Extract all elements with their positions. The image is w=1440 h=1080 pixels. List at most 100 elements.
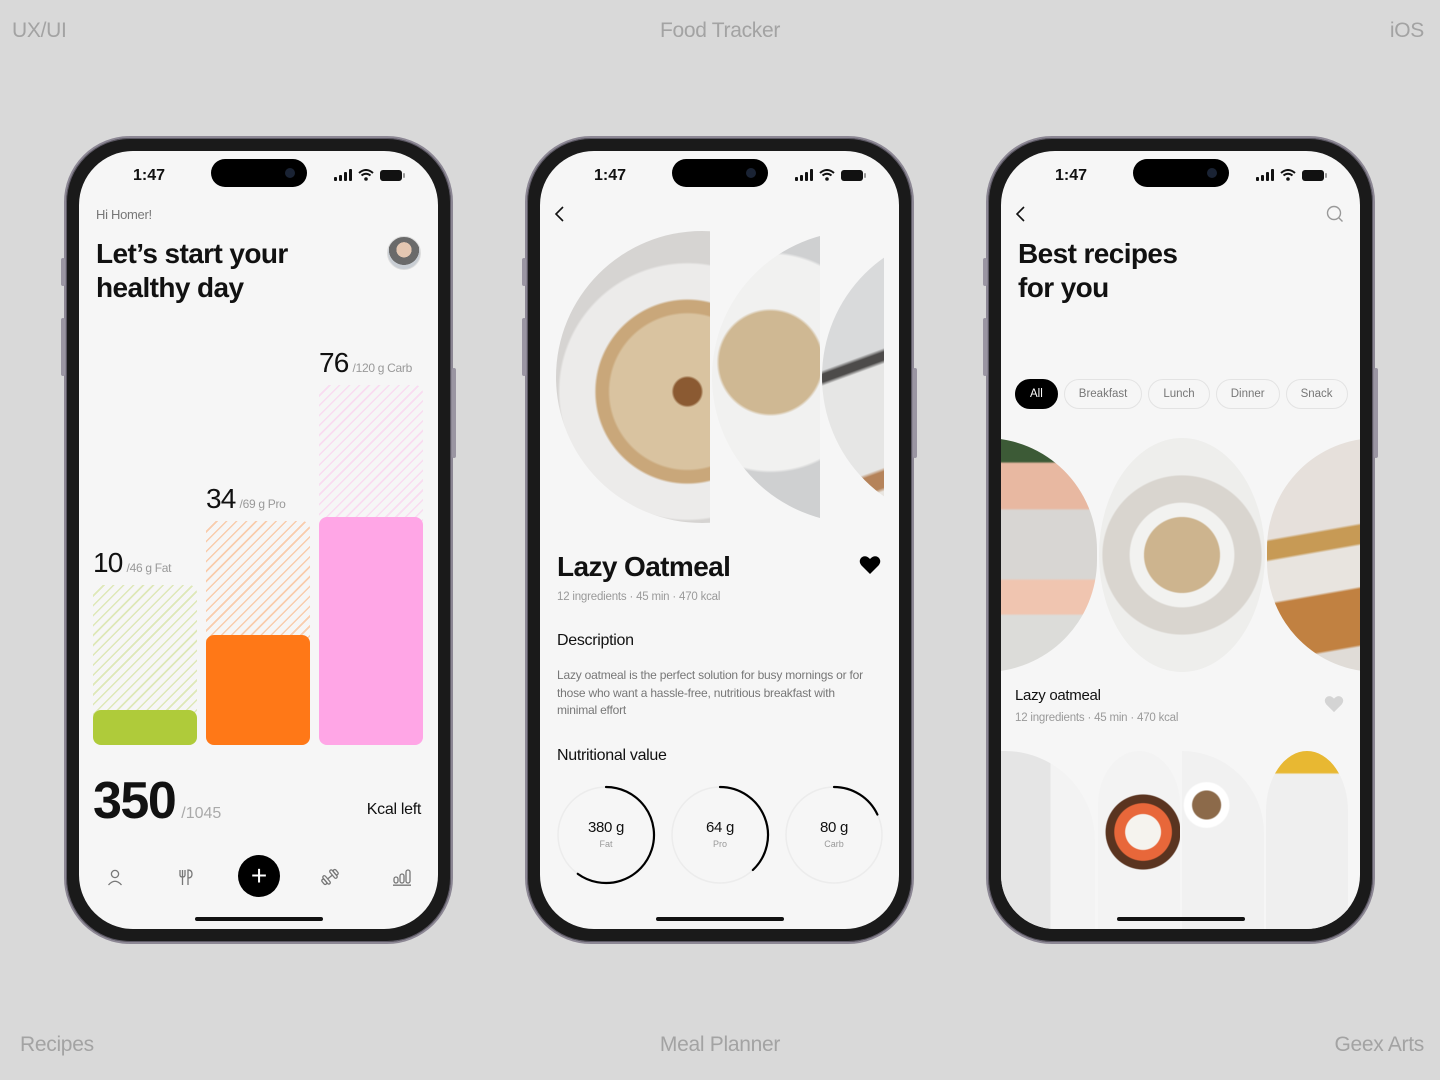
filter-chips: All Breakfast Lunch Dinner Snack bbox=[1015, 379, 1348, 409]
dynamic-island bbox=[1133, 159, 1229, 187]
ring-label: Fat bbox=[599, 839, 613, 849]
recipe-image-1 bbox=[556, 231, 710, 523]
search-button[interactable] bbox=[1326, 205, 1344, 228]
power-button bbox=[913, 368, 917, 458]
macro-goal: /46 g Fat bbox=[126, 561, 172, 575]
macro-goal: /120 g Carb bbox=[352, 361, 413, 375]
macro-fill bbox=[206, 635, 310, 745]
workout-icon bbox=[321, 868, 339, 886]
macro-bar-carb[interactable]: 76/120 g Carb bbox=[319, 341, 423, 745]
macro-fill bbox=[319, 517, 423, 745]
recipe-card-meta: 12 ingredients · 45 min · 470 kcal bbox=[1015, 712, 1179, 724]
chevron-left-icon bbox=[554, 206, 564, 222]
tab-workout[interactable] bbox=[308, 855, 352, 899]
wifi-icon bbox=[819, 169, 835, 181]
filter-all[interactable]: All bbox=[1015, 379, 1058, 409]
wifi-icon bbox=[1280, 169, 1296, 181]
phone-recipes-list: 1:47 Best recipes for you All Breakfast … bbox=[983, 136, 1378, 944]
heart-filled-icon bbox=[859, 556, 881, 574]
power-button bbox=[452, 368, 456, 458]
status-time: 1:47 bbox=[133, 167, 166, 184]
add-button[interactable]: + bbox=[238, 855, 280, 897]
recipe-image-3 bbox=[822, 231, 884, 523]
filter-dinner[interactable]: Dinner bbox=[1215, 379, 1280, 409]
tab-stats[interactable] bbox=[380, 855, 424, 899]
back-button[interactable] bbox=[554, 201, 574, 227]
macro-label-protein: 34/69 g Pro bbox=[206, 483, 286, 515]
tab-profile[interactable] bbox=[93, 855, 137, 899]
macro-label-fat: 10/46 g Fat bbox=[93, 547, 172, 579]
power-button bbox=[1374, 368, 1378, 458]
battery-icon bbox=[380, 169, 405, 181]
favorite-button[interactable] bbox=[859, 555, 881, 580]
battery-icon bbox=[841, 169, 866, 181]
macro-bars: 10/46 g Fat 34/69 g Pro 76/120 g Carb bbox=[93, 341, 424, 745]
nutrition-ring-fat: 380 g Fat bbox=[556, 785, 656, 885]
kcal-counter: 350/1045 bbox=[93, 771, 221, 831]
phone-dashboard: 1:47 Hi Homer! Let’s start your healthy … bbox=[61, 136, 456, 944]
nutrition-ring-carb: 80 g Carb bbox=[784, 785, 884, 885]
recipe-description: Lazy oatmeal is the perfect solution for… bbox=[557, 668, 863, 717]
label-ios: iOS bbox=[1389, 19, 1424, 42]
label-meal-planner: Meal Planner bbox=[659, 1033, 781, 1056]
avatar[interactable] bbox=[387, 236, 421, 270]
filter-lunch[interactable]: Lunch bbox=[1148, 379, 1210, 409]
kcal-left-label: Kcal left bbox=[366, 801, 422, 818]
recipe-image-gallery[interactable] bbox=[540, 231, 899, 523]
home-indicator bbox=[1116, 917, 1245, 921]
recipe-title: Lazy Oatmeal bbox=[557, 551, 731, 582]
favorite-button[interactable] bbox=[1324, 695, 1344, 718]
dashboard-screen: 1:47 Hi Homer! Let’s start your healthy … bbox=[79, 151, 438, 929]
stats-icon bbox=[393, 869, 411, 886]
filter-breakfast[interactable]: Breakfast bbox=[1063, 379, 1143, 409]
recipe-image-toast bbox=[1098, 751, 1180, 929]
signal-icon bbox=[1256, 169, 1274, 181]
search-icon bbox=[1326, 205, 1343, 222]
profile-icon bbox=[108, 869, 122, 886]
heart-icon bbox=[1324, 696, 1344, 713]
macro-fill bbox=[93, 710, 197, 745]
recipe-image-roses bbox=[1001, 438, 1097, 672]
kcal-total: /1045 bbox=[181, 805, 222, 822]
recipe-image-plate-edge bbox=[1001, 751, 1095, 929]
recipe-card-image[interactable] bbox=[1001, 438, 1360, 672]
ring-value: 380 g bbox=[587, 819, 625, 836]
nutrition-heading: Nutritional value bbox=[557, 747, 667, 764]
kcal-value: 350 bbox=[93, 772, 177, 830]
wifi-icon bbox=[358, 169, 374, 181]
title-line-1: Best recipes bbox=[1018, 238, 1178, 269]
label-food-tracker: Food Tracker bbox=[659, 19, 781, 42]
title-line-2: healthy day bbox=[96, 272, 244, 303]
nutrition-ring-protein: 64 g Pro bbox=[670, 785, 770, 885]
ring-label: Pro bbox=[712, 839, 727, 849]
recipe-image-oatmeal-bowl bbox=[1099, 438, 1265, 672]
ring-arc bbox=[832, 785, 879, 816]
page-title: Best recipes for you bbox=[1018, 237, 1178, 305]
recipe-image-coffee bbox=[1182, 751, 1264, 929]
macro-value: 34 bbox=[206, 483, 236, 514]
tab-bar: + bbox=[79, 855, 438, 899]
recipe-image-banana bbox=[1266, 751, 1348, 929]
tab-food[interactable] bbox=[164, 855, 208, 899]
filter-snack[interactable]: Snack bbox=[1285, 379, 1348, 409]
ring-value: 64 g bbox=[706, 819, 734, 836]
macro-value: 10 bbox=[93, 547, 123, 578]
food-icon bbox=[179, 869, 193, 885]
ring-value: 80 g bbox=[820, 819, 848, 836]
status-time: 1:47 bbox=[1055, 167, 1088, 184]
nutrition-rings: 380 g Fat 64 g Pro 80 g Carb bbox=[556, 785, 883, 885]
recipe-image-croissant bbox=[1267, 438, 1360, 672]
battery-icon bbox=[1302, 169, 1327, 181]
recipe-meta: 12 ingredients · 45 min · 470 kcal bbox=[557, 591, 721, 603]
signal-icon bbox=[795, 169, 813, 181]
macro-value: 76 bbox=[319, 347, 349, 378]
macro-bar-fat[interactable]: 10/46 g Fat bbox=[93, 541, 197, 745]
status-bar: 1:47 bbox=[79, 159, 438, 191]
recipe-card-image-2[interactable] bbox=[1001, 751, 1348, 929]
macro-bar-protein[interactable]: 34/69 g Pro bbox=[206, 477, 310, 745]
title-line-1: Let’s start your bbox=[96, 238, 288, 269]
title-line-2: for you bbox=[1018, 272, 1109, 303]
back-button[interactable] bbox=[1015, 201, 1035, 227]
recipe-card-title[interactable]: Lazy oatmeal bbox=[1015, 687, 1101, 704]
description-heading: Description bbox=[557, 632, 634, 649]
